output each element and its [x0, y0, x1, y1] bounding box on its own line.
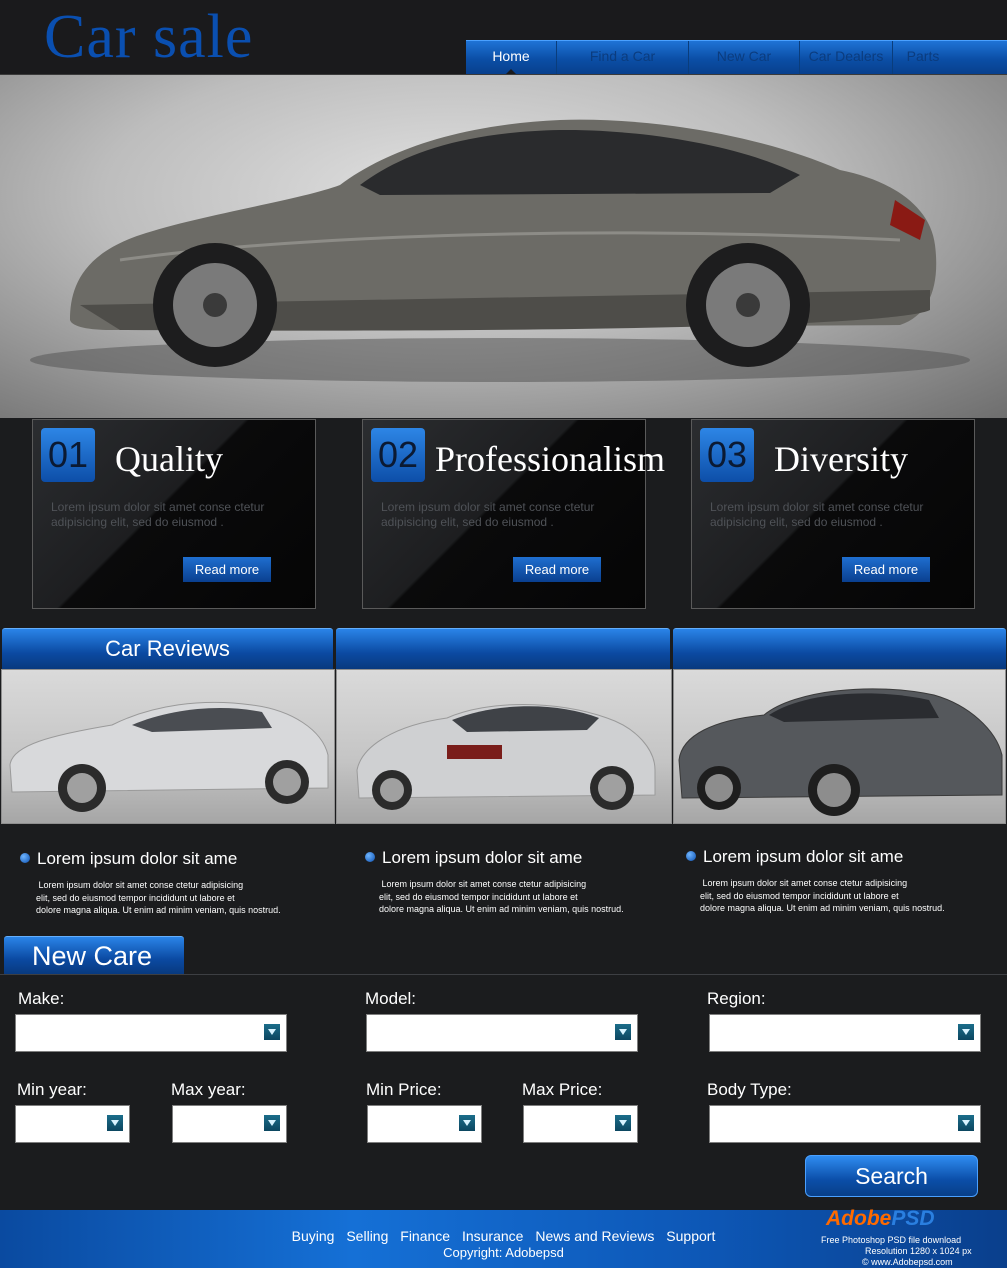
new-care-heading: New Care — [4, 936, 184, 974]
footer-link-selling[interactable]: Selling — [346, 1228, 388, 1244]
nav-home[interactable]: Home — [466, 41, 557, 74]
make-label: Make: — [18, 989, 65, 1008]
site-logo[interactable]: Car sale — [44, 2, 253, 72]
nav-parts[interactable]: Parts — [893, 41, 953, 74]
review-text: Lorem ipsum dolor sit amet conse ctetur … — [36, 880, 281, 915]
region-select[interactable] — [709, 1014, 981, 1052]
review-header-bar — [673, 628, 1006, 669]
bullet-icon — [365, 852, 375, 862]
nav-new-car[interactable]: New Car — [689, 41, 800, 74]
hero-car-image — [0, 75, 1007, 418]
search-button[interactable]: Search — [805, 1155, 978, 1197]
dropdown-arrow-icon — [615, 1024, 631, 1040]
divider — [0, 974, 1007, 975]
nav-find-a-car[interactable]: Find a Car — [557, 41, 689, 74]
feature-title: Professionalism — [435, 439, 665, 479]
dropdown-arrow-icon — [459, 1115, 475, 1131]
review-car-image[interactable] — [336, 669, 672, 824]
copyright-text: Copyright: Adobepsd — [443, 1245, 564, 1260]
feature-number: 01 — [41, 428, 95, 482]
feature-number: 02 — [371, 428, 425, 482]
dropdown-arrow-icon — [264, 1115, 280, 1131]
feature-title: Diversity — [774, 439, 908, 479]
min-year-select[interactable] — [15, 1105, 130, 1143]
feature-number: 03 — [700, 428, 754, 482]
main-nav: Home Find a Car New Car Car Dealers Part… — [466, 40, 1007, 74]
body-type-select[interactable] — [709, 1105, 981, 1143]
feature-description: Lorem ipsum dolor sit amet conse ctetur … — [710, 500, 924, 529]
model-select[interactable] — [366, 1014, 638, 1052]
feature-professionalism: 02 Professionalism Lorem ipsum dolor sit… — [362, 419, 665, 609]
nav-car-dealers[interactable]: Car Dealers — [800, 41, 893, 74]
dropdown-arrow-icon — [615, 1115, 631, 1131]
max-price-label: Max Price: — [522, 1080, 603, 1099]
watermark-line: Resolution 1280 x 1024 px — [865, 1246, 972, 1256]
read-more-button[interactable]: Read more — [513, 557, 601, 582]
feature-description: Lorem ipsum dolor sit amet conse ctetur … — [381, 500, 595, 529]
footer-link-news-and-reviews[interactable]: News and Reviews — [535, 1228, 654, 1244]
review-title[interactable]: Lorem ipsum dolor sit ame — [20, 849, 237, 869]
min-price-select[interactable] — [367, 1105, 482, 1143]
review-title[interactable]: Lorem ipsum dolor sit ame — [686, 847, 903, 867]
make-select[interactable] — [15, 1014, 287, 1052]
read-more-button[interactable]: Read more — [842, 557, 930, 582]
feature-quality: 01 Quality Lorem ipsum dolor sit amet co… — [32, 419, 316, 609]
review-text: Lorem ipsum dolor sit amet conse ctetur … — [379, 879, 624, 914]
dropdown-arrow-icon — [107, 1115, 123, 1131]
review-header-bar — [336, 628, 670, 669]
footer-link-insurance[interactable]: Insurance — [462, 1228, 523, 1244]
dropdown-arrow-icon — [264, 1024, 280, 1040]
review-car-image[interactable] — [673, 669, 1006, 824]
review-title[interactable]: Lorem ipsum dolor sit ame — [365, 848, 582, 868]
review-text: Lorem ipsum dolor sit amet conse ctetur … — [700, 878, 945, 913]
dropdown-arrow-icon — [958, 1115, 974, 1131]
bullet-icon — [686, 851, 696, 861]
footer-link-finance[interactable]: Finance — [400, 1228, 450, 1244]
feature-diversity: 03 Diversity Lorem ipsum dolor sit amet … — [691, 419, 975, 609]
footer-link-support[interactable]: Support — [666, 1228, 715, 1244]
max-year-label: Max year: — [171, 1080, 246, 1099]
region-label: Region: — [707, 989, 766, 1008]
watermark-line: © www.Adobepsd.com — [862, 1257, 953, 1267]
bullet-icon — [20, 853, 30, 863]
footer-link-buying[interactable]: Buying — [292, 1228, 335, 1244]
max-year-select[interactable] — [172, 1105, 287, 1143]
feature-description: Lorem ipsum dolor sit amet conse ctetur … — [51, 500, 265, 529]
read-more-button[interactable]: Read more — [183, 557, 271, 582]
watermark-line: Free Photoshop PSD file download — [821, 1235, 962, 1245]
min-price-label: Min Price: — [366, 1080, 442, 1099]
body-type-label: Body Type: — [707, 1080, 792, 1099]
car-reviews-heading: Car Reviews — [2, 628, 333, 669]
dropdown-arrow-icon — [958, 1024, 974, 1040]
model-label: Model: — [365, 989, 417, 1008]
review-car-image[interactable] — [1, 669, 335, 824]
min-year-label: Min year: — [17, 1080, 87, 1099]
feature-title: Quality — [115, 439, 223, 479]
adobepsd-logo: AdobePSD — [826, 1207, 935, 1230]
max-price-select[interactable] — [523, 1105, 638, 1143]
